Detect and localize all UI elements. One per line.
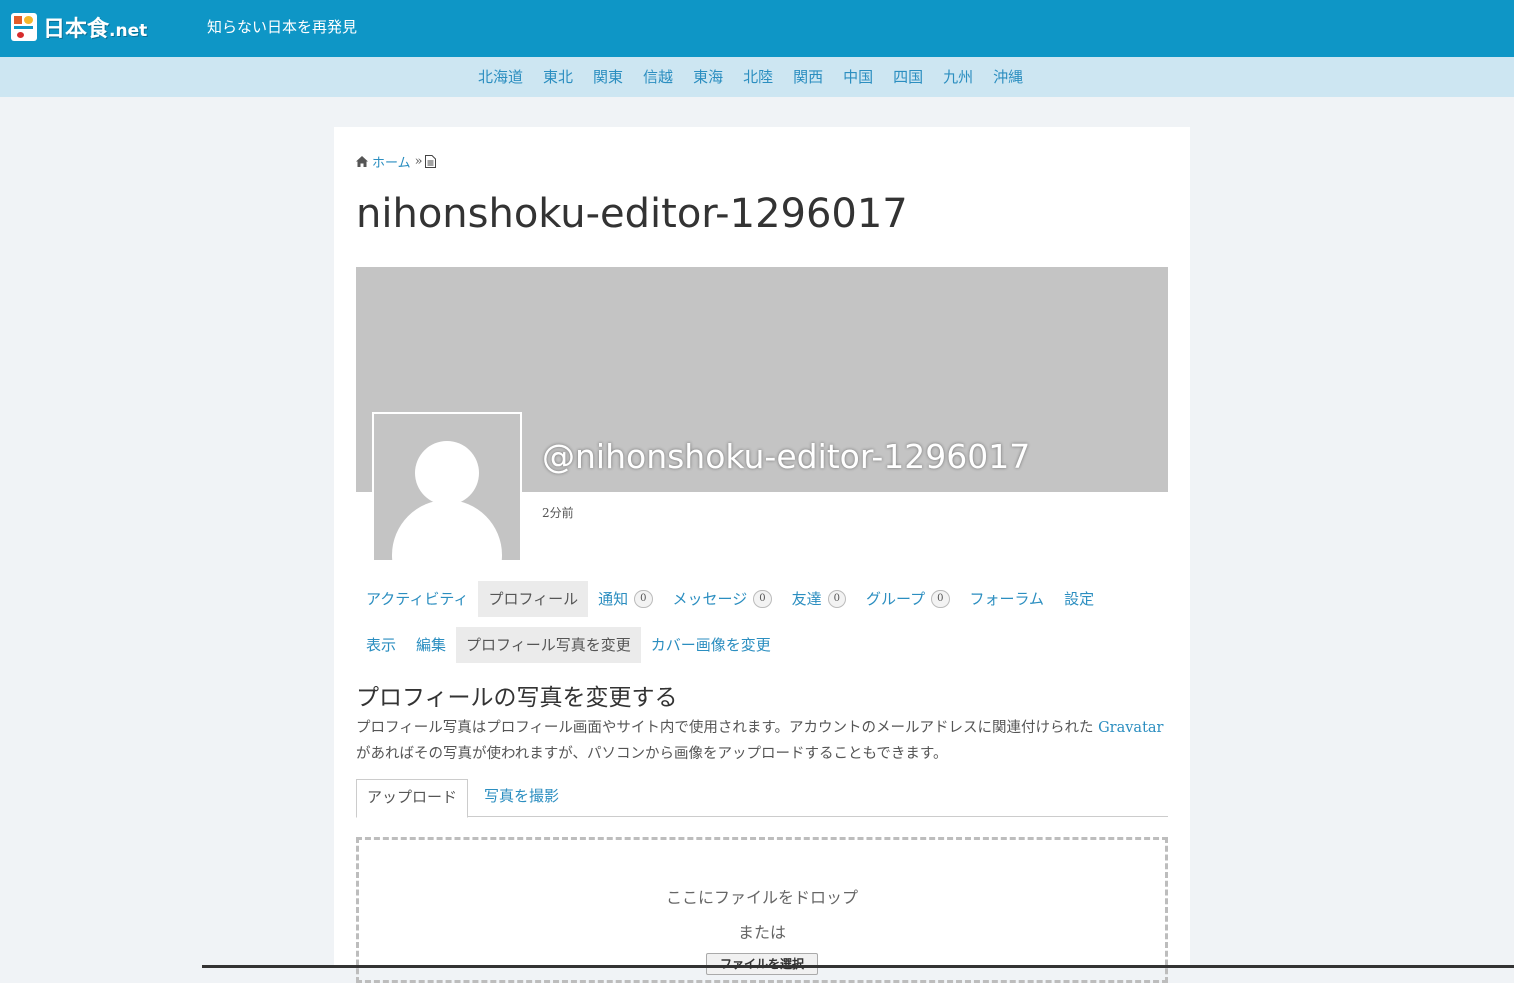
page-title: nihonshoku-editor-1296017 [356, 191, 908, 237]
region-link[interactable]: 関東 [593, 66, 623, 87]
nav-messages[interactable]: メッセージ 0 [663, 581, 782, 617]
count-badge: 0 [753, 590, 772, 608]
region-link[interactable]: 北陸 [743, 66, 773, 87]
content-card: ホーム » nihonshoku-editor-1296017 @nihonsh… [334, 127, 1190, 983]
subnav-change-cover[interactable]: カバー画像を変更 [641, 627, 781, 663]
breadcrumb: ホーム » [356, 152, 436, 171]
logo-text: 日本食.net [43, 17, 148, 42]
avatar[interactable] [372, 412, 522, 562]
count-badge: 0 [634, 590, 653, 608]
tab-upload[interactable]: アップロード [356, 779, 469, 818]
region-link[interactable]: 信越 [643, 66, 673, 87]
nav-friends[interactable]: 友達 0 [782, 581, 856, 617]
region-link[interactable]: 沖縄 [993, 66, 1023, 87]
site-logo[interactable]: 日本食.net [11, 11, 147, 43]
gravatar-link[interactable]: Gravatar [1098, 720, 1163, 736]
nav-activity[interactable]: アクティビティ [356, 581, 478, 617]
subnav-change-avatar[interactable]: プロフィール写真を変更 [456, 627, 641, 663]
nav-settings[interactable]: 設定 [1054, 581, 1104, 617]
nav-profile[interactable]: プロフィール [478, 581, 589, 617]
logo-icon [11, 13, 37, 41]
breadcrumb-separator: » [414, 154, 423, 169]
page-icon [424, 155, 436, 168]
region-link[interactable]: 中国 [843, 66, 873, 87]
breadcrumb-home-link[interactable]: ホーム [372, 152, 411, 171]
choose-file-button[interactable]: ファイルを選択 [706, 953, 818, 975]
count-badge: 0 [931, 590, 950, 608]
site-header: 日本食.net 知らない日本を再発見 [0, 0, 1514, 57]
region-nav: 北海道 東北 関東 信越 東海 北陸 関西 中国 四国 九州 沖縄 [0, 57, 1514, 97]
nav-notifications[interactable]: 通知 0 [588, 581, 662, 617]
region-link[interactable]: 四国 [893, 66, 923, 87]
home-icon [356, 156, 368, 167]
region-link[interactable]: 関西 [793, 66, 823, 87]
drop-text: ここにファイルをドロップ [665, 888, 858, 907]
count-badge: 0 [827, 590, 847, 608]
nav-forums[interactable]: フォーラム [960, 581, 1055, 617]
region-link[interactable]: 東北 [543, 66, 573, 87]
subnav-view[interactable]: 表示 [356, 627, 406, 663]
section-title: プロフィールの写真を変更する [356, 685, 678, 711]
or-text: または [737, 923, 786, 942]
section-description: プロフィール写真はプロフィール画面やサイト内で使用されます。アカウントのメールア… [356, 720, 1164, 762]
region-link[interactable]: 北海道 [478, 66, 523, 87]
subnav-edit[interactable]: 編集 [406, 627, 456, 663]
profile-nav: アクティビティ プロフィール 通知 0 メッセージ 0 友達 0 グループ 0 フォーラ… [356, 581, 1104, 617]
tab-take-photo[interactable]: 写真を撮影 [474, 779, 569, 816]
user-handle: @nihonshoku-editor-1296017 [542, 437, 1031, 476]
nav-groups[interactable]: グループ 0 [856, 581, 959, 617]
profile-subnav: 表示 編集 プロフィール写真を変更 カバー画像を変更 [356, 627, 781, 663]
region-link[interactable]: 九州 [943, 66, 973, 87]
site-tagline: 知らない日本を再発見 [207, 18, 358, 36]
upload-tabs: アップロード 写真を撮影 [356, 779, 1168, 818]
region-link[interactable]: 東海 [693, 66, 723, 87]
last-active: 2分前 [542, 506, 574, 520]
file-dropzone[interactable]: ここにファイルをドロップ または ファイルを選択 [356, 837, 1168, 983]
